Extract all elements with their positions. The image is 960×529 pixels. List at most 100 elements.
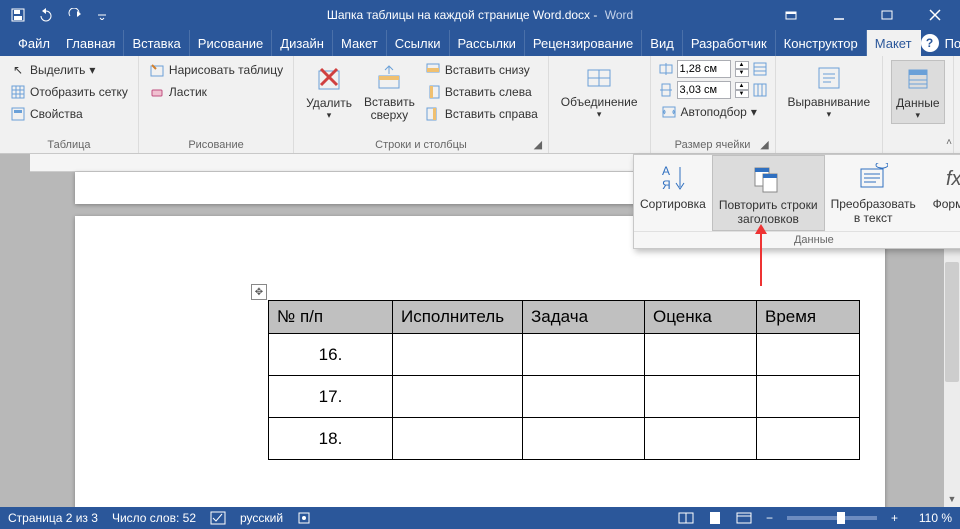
maximize-button[interactable] <box>864 1 910 29</box>
tab-references[interactable]: Ссылки <box>387 30 450 56</box>
help-label[interactable]: Помощь... <box>945 36 960 51</box>
data-submenu-flyout: АЯ Сортировка Повторить строки заголовко… <box>633 154 960 249</box>
table-header-cell[interactable]: Задача <box>523 301 645 334</box>
dialog-launcher-icon[interactable]: ◢ <box>759 138 771 150</box>
grid-icon <box>10 84 26 100</box>
height-spin-up[interactable]: ▲ <box>735 61 749 69</box>
tab-home[interactable]: Главная <box>58 30 124 56</box>
eraser-icon <box>149 84 165 100</box>
insert-below-button[interactable]: Вставить снизу <box>423 60 540 80</box>
tell-me-icon[interactable]: ? <box>921 34 939 52</box>
tab-file[interactable]: Файл <box>10 30 58 56</box>
sort-button[interactable]: АЯ Сортировка <box>634 155 712 231</box>
autofit-button[interactable]: Автоподбор ▾ <box>659 102 767 122</box>
tab-insert[interactable]: Вставка <box>124 30 189 56</box>
col-width-field[interactable]: ▲▼ <box>659 81 767 99</box>
pencil-table-icon <box>149 62 165 78</box>
minimize-button[interactable] <box>816 1 862 29</box>
view-print-layout[interactable] <box>708 511 722 525</box>
table-move-handle[interactable]: ✥ <box>251 284 267 300</box>
window-controls <box>768 1 960 29</box>
close-button[interactable] <box>912 1 958 29</box>
eraser-button[interactable]: Ластик <box>147 82 285 102</box>
ribbon-options-button[interactable] <box>768 1 814 29</box>
tab-review[interactable]: Рецензирование <box>525 30 642 56</box>
insert-right-button[interactable]: Вставить справа <box>423 104 540 124</box>
table-row[interactable]: 17. <box>269 376 860 418</box>
row-height-icon <box>659 62 673 76</box>
cursor-icon: ↖ <box>10 62 26 78</box>
height-spin-down[interactable]: ▼ <box>735 69 749 77</box>
group-merge: Объединение▾ <box>549 56 651 153</box>
collapse-ribbon-button[interactable]: ˄ <box>942 135 956 149</box>
distribute-cols-icon[interactable] <box>753 83 767 97</box>
zoom-in-button[interactable]: + <box>891 511 898 525</box>
table-header-cell[interactable]: Оценка <box>645 301 757 334</box>
zoom-slider[interactable] <box>787 516 877 520</box>
tab-view[interactable]: Вид <box>642 30 683 56</box>
table-row[interactable]: 18. <box>269 418 860 460</box>
merge-menu-button[interactable]: Объединение▾ <box>557 60 642 122</box>
properties-button[interactable]: Свойства <box>8 104 130 124</box>
insert-below-icon <box>425 62 441 78</box>
repeat-header-rows-button[interactable]: Повторить строки заголовков <box>712 155 825 231</box>
table-header-cell[interactable]: Исполнитель <box>393 301 523 334</box>
select-button[interactable]: ↖Выделить ▾ <box>8 60 130 80</box>
group-rows-cols: Удалить▾ Вставить сверху Вставить снизу … <box>294 56 549 153</box>
table-header-row[interactable]: № п/п Исполнитель Задача Оценка Время <box>269 301 860 334</box>
group-cell-size-label: Размер ячейки◢ <box>659 137 767 151</box>
insert-above-button[interactable]: Вставить сверху <box>360 60 419 124</box>
col-width-input[interactable] <box>677 81 731 99</box>
document-table[interactable]: № п/п Исполнитель Задача Оценка Время 16… <box>268 300 860 460</box>
tab-table-layout[interactable]: Макет <box>867 30 921 56</box>
zoom-thumb[interactable] <box>837 512 845 524</box>
language-indicator[interactable]: русский <box>240 511 283 525</box>
properties-icon <box>10 106 26 122</box>
chevron-down-icon: ▾ <box>751 105 757 119</box>
zoom-percent[interactable]: 110 % <box>912 511 952 525</box>
view-read-mode[interactable] <box>678 511 694 525</box>
word-count[interactable]: Число слов: 52 <box>112 511 196 525</box>
tab-table-design[interactable]: Конструктор <box>776 30 867 56</box>
insert-left-button[interactable]: Вставить слева <box>423 82 540 102</box>
width-spin-down[interactable]: ▼ <box>735 90 749 98</box>
chevron-down-icon: ▾ <box>916 110 921 121</box>
delete-button[interactable]: Удалить▾ <box>302 60 356 124</box>
tab-mailings[interactable]: Рассылки <box>450 30 525 56</box>
page-indicator[interactable]: Страница 2 из 3 <box>8 511 98 525</box>
tab-developer[interactable]: Разработчик <box>683 30 776 56</box>
macro-record-icon[interactable] <box>297 511 311 525</box>
view-gridlines-button[interactable]: Отобразить сетку <box>8 82 130 102</box>
insert-above-icon <box>373 62 405 94</box>
draw-table-button[interactable]: Нарисовать таблицу <box>147 60 285 80</box>
dialog-launcher-icon[interactable]: ◢ <box>532 138 544 150</box>
row-height-field[interactable]: ▲▼ <box>659 60 767 78</box>
data-menu-button[interactable]: Данные▾ <box>891 60 944 124</box>
redo-button[interactable] <box>62 3 86 27</box>
distribute-rows-icon[interactable] <box>753 62 767 76</box>
alignment-menu-button[interactable]: Выравнивание▾ <box>784 60 875 122</box>
spellcheck-icon[interactable] <box>210 511 226 525</box>
formula-button[interactable]: fх Формула <box>922 155 960 231</box>
qat-customize-button[interactable] <box>90 3 114 27</box>
scroll-thumb[interactable] <box>945 262 959 382</box>
group-draw-label: Рисование <box>147 137 285 151</box>
table-header-cell[interactable]: № п/п <box>269 301 393 334</box>
row-height-input[interactable] <box>677 60 731 78</box>
quick-access-toolbar <box>0 3 114 27</box>
tab-design[interactable]: Дизайн <box>272 30 333 56</box>
app-name: Word <box>605 8 633 22</box>
view-web-layout[interactable] <box>736 511 752 525</box>
tab-layout[interactable]: Макет <box>333 30 387 56</box>
zoom-out-button[interactable]: − <box>766 511 773 525</box>
save-button[interactable] <box>6 3 30 27</box>
convert-to-text-button[interactable]: Преобразовать в текст <box>825 155 922 231</box>
svg-text:fх: fх <box>946 168 960 190</box>
scroll-down-button[interactable]: ▼ <box>944 491 960 507</box>
table-header-cell[interactable]: Время <box>757 301 860 334</box>
ribbon: ↖Выделить ▾ Отобразить сетку Свойства Та… <box>0 56 960 154</box>
tab-draw[interactable]: Рисование <box>190 30 272 56</box>
table-row[interactable]: 16. <box>269 334 860 376</box>
width-spin-up[interactable]: ▲ <box>735 82 749 90</box>
undo-button[interactable] <box>34 3 58 27</box>
